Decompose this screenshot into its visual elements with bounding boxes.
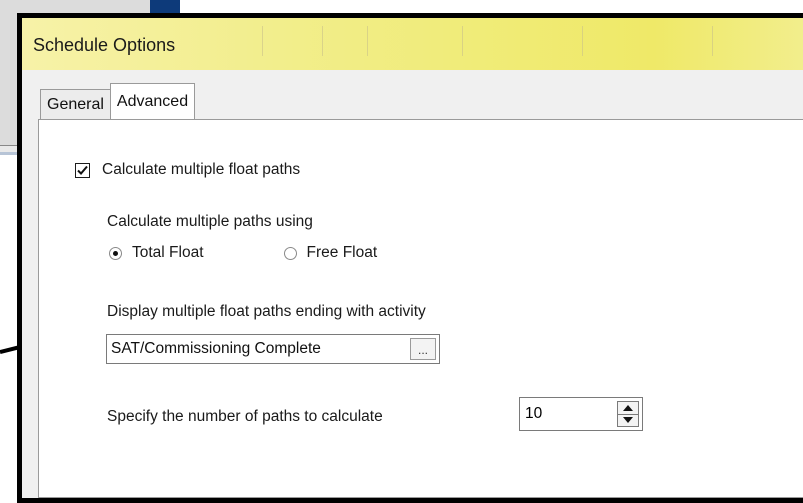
radio-free-float-label: Free Float <box>306 244 378 261</box>
paths-using-label: Calculate multiple paths using <box>107 213 313 230</box>
titlebar-decoration <box>262 26 263 56</box>
num-paths-label: Specify the number of paths to calculate <box>107 408 383 425</box>
paths-using-radio-group: Total Float Free Float <box>109 244 377 262</box>
titlebar-decoration <box>582 26 583 56</box>
spin-up-icon[interactable] <box>618 402 638 415</box>
spin-down-icon[interactable] <box>618 414 638 426</box>
advanced-tab-panel: Calculate multiple float paths Calculate… <box>38 119 803 498</box>
ending-activity-field[interactable]: SAT/Commissioning Complete ... <box>106 334 440 364</box>
schedule-options-dialog: Schedule Options General Advanced Calcul… <box>17 13 803 503</box>
dialog-content: General Advanced Calculate multiple floa… <box>22 70 803 498</box>
radio-total-float-dot[interactable] <box>109 246 122 260</box>
dialog-titlebar[interactable]: Schedule Options <box>22 18 803 70</box>
calc-multiple-float-paths-checkbox[interactable] <box>75 162 90 178</box>
num-paths-value[interactable]: 10 <box>520 398 617 430</box>
titlebar-decoration <box>712 26 713 56</box>
radio-total-float[interactable]: Total Float <box>109 244 204 262</box>
calc-multiple-float-paths-label: Calculate multiple float paths <box>102 161 301 178</box>
dialog-title: Schedule Options <box>33 35 176 55</box>
radio-total-float-label: Total Float <box>132 244 204 261</box>
ending-activity-label: Display multiple float paths ending with… <box>107 303 426 320</box>
tab-advanced[interactable]: Advanced <box>109 83 196 119</box>
checkmark-icon <box>77 165 88 175</box>
radio-free-float[interactable]: Free Float <box>283 244 378 262</box>
tab-general[interactable]: General <box>40 89 111 119</box>
tab-strip: General Advanced <box>40 83 196 119</box>
num-paths-spinner[interactable]: 10 <box>519 397 643 431</box>
titlebar-decoration <box>367 26 368 56</box>
calc-multiple-float-paths-row[interactable]: Calculate multiple float paths <box>75 161 300 179</box>
titlebar-decoration <box>322 26 323 56</box>
radio-free-float-dot[interactable] <box>283 246 297 260</box>
titlebar-decoration <box>462 26 463 56</box>
num-paths-spin-buttons <box>617 401 639 427</box>
ending-activity-value: SAT/Commissioning Complete <box>111 340 321 357</box>
browse-activity-button[interactable]: ... <box>410 338 436 360</box>
